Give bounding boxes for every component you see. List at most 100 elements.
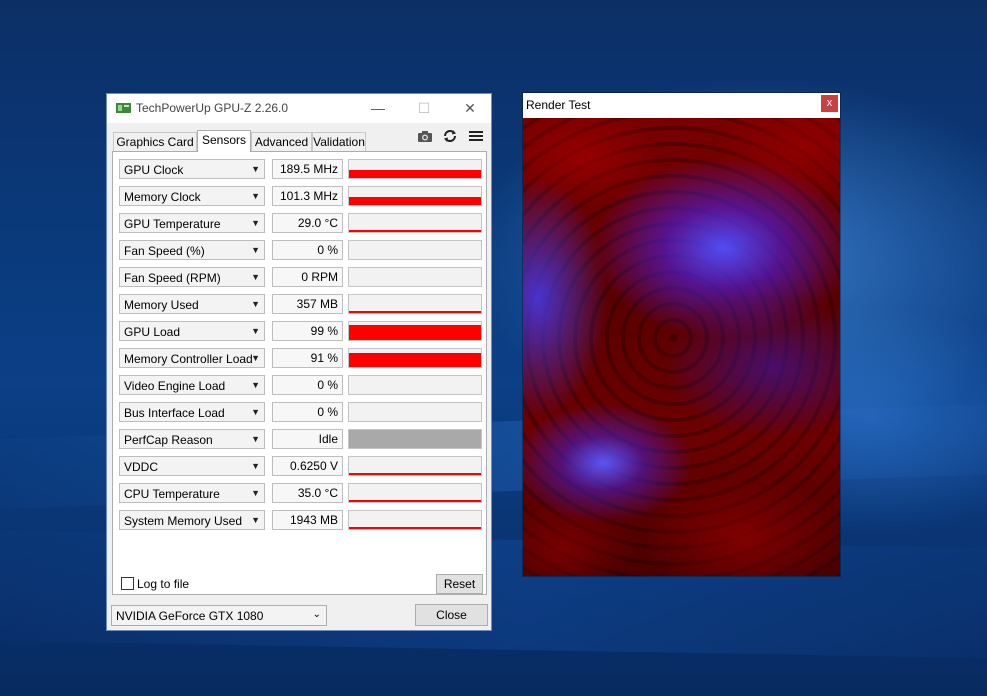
sensor-graph-fill (349, 353, 481, 367)
sensor-value: 357 MB (272, 294, 343, 314)
sensor-value: 29.0 °C (272, 213, 343, 233)
sensor-graph (348, 456, 482, 476)
render-test-canvas (523, 118, 840, 576)
sensor-name: Video Engine Load (124, 379, 226, 393)
sensor-graph (348, 483, 482, 503)
sensor-value: 91 % (272, 348, 343, 368)
sensor-row-memory-clock: Memory Clock ▼ 101.3 MHz (119, 186, 487, 206)
log-to-file-label[interactable]: Log to file (137, 577, 189, 591)
sensor-value: 0 RPM (272, 267, 343, 287)
sensor-value: 99 % (272, 321, 343, 341)
sensor-graph (348, 213, 482, 233)
sensor-name: CPU Temperature (124, 487, 220, 501)
dropdown-arrow-icon: ▼ (251, 380, 260, 390)
sensor-name-dropdown[interactable]: Memory Used ▼ (119, 294, 265, 314)
sensor-name: GPU Load (124, 325, 181, 339)
dropdown-arrow-icon: ▼ (251, 218, 260, 228)
sensor-graph (348, 186, 482, 206)
sensor-value: 0.6250 V (272, 456, 343, 476)
sensor-name: Fan Speed (%) (124, 244, 205, 258)
dropdown-arrow-icon: ▼ (251, 353, 260, 363)
sensor-name: Memory Clock (124, 190, 201, 204)
sensor-graph-fill (349, 311, 481, 313)
dropdown-arrow-icon: ▼ (251, 326, 260, 336)
sensor-row-bus-interface-load: Bus Interface Load ▼ 0 % (119, 402, 487, 422)
tab-graphics-card[interactable]: Graphics Card (113, 132, 197, 151)
dropdown-arrow-icon: ▼ (251, 245, 260, 255)
sensor-name-dropdown[interactable]: Fan Speed (%) ▼ (119, 240, 265, 260)
camera-icon[interactable] (416, 127, 434, 145)
sensor-row-system-memory-used: System Memory Used ▼ 1943 MB (119, 510, 487, 530)
dropdown-arrow-icon: ▼ (251, 299, 260, 309)
sensor-name-dropdown[interactable]: VDDC ▼ (119, 456, 265, 476)
gpuz-window: TechPowerUp GPU-Z 2.26.0 — ☐ ✕ Graphics … (106, 93, 492, 631)
sensor-name-dropdown[interactable]: Fan Speed (RPM) ▼ (119, 267, 265, 287)
sensor-name-dropdown[interactable]: GPU Temperature ▼ (119, 213, 265, 233)
sensor-row-memory-controller-load: Memory Controller Load ▼ 91 % (119, 348, 487, 368)
sensor-value: 1943 MB (272, 510, 343, 530)
sensor-value: 0 % (272, 240, 343, 260)
sensor-row-fan-speed: Fan Speed (%) ▼ 0 % (119, 240, 487, 260)
sensor-graph (348, 510, 482, 530)
sensor-name-dropdown[interactable]: Video Engine Load ▼ (119, 375, 265, 395)
menu-icon[interactable] (467, 127, 485, 145)
close-window-button[interactable]: ✕ (447, 94, 493, 123)
sensor-graph-fill (349, 500, 481, 502)
dropdown-arrow-icon: ▼ (251, 407, 260, 417)
dropdown-arrow-icon: ▼ (251, 488, 260, 498)
sensor-row-perfcap-reason: PerfCap Reason ▼ Idle (119, 429, 487, 449)
render-test-titlebar[interactable]: Render Test x (523, 93, 840, 118)
sensor-name: System Memory Used (124, 514, 243, 528)
close-button[interactable]: Close (415, 604, 488, 626)
sensor-name-dropdown[interactable]: System Memory Used ▼ (119, 510, 265, 530)
minimize-button[interactable]: — (355, 94, 401, 123)
sensor-name-dropdown[interactable]: GPU Clock ▼ (119, 159, 265, 179)
sensor-graph (348, 267, 482, 287)
sensor-name: GPU Clock (124, 163, 184, 177)
dropdown-arrow-icon: ▼ (251, 434, 260, 444)
sensor-row-cpu-temperature: CPU Temperature ▼ 35.0 °C (119, 483, 487, 503)
sensor-name-dropdown[interactable]: CPU Temperature ▼ (119, 483, 265, 503)
sensor-name-dropdown[interactable]: Memory Clock ▼ (119, 186, 265, 206)
gpuz-titlebar[interactable]: TechPowerUp GPU-Z 2.26.0 — ☐ ✕ (107, 94, 491, 123)
sensor-value: 101.3 MHz (272, 186, 343, 206)
sensor-value: 35.0 °C (272, 483, 343, 503)
sensor-row-vddc: VDDC ▼ 0.6250 V (119, 456, 487, 476)
sensor-graph (348, 429, 482, 449)
tab-advanced[interactable]: Advanced (251, 132, 312, 151)
sensor-graph-fill (349, 197, 481, 205)
sensors-panel: GPU Clock ▼ 189.5 MHz Memory Clock ▼ 101.3 MH… (112, 151, 487, 595)
sensor-row-memory-used: Memory Used ▼ 357 MB (119, 294, 487, 314)
sensor-name-dropdown[interactable]: Memory Controller Load ▼ (119, 348, 265, 368)
tab-sensors[interactable]: Sensors (197, 130, 251, 152)
maximize-button[interactable]: ☐ (401, 94, 447, 123)
sensor-graph-fill (349, 473, 481, 475)
refresh-icon[interactable] (441, 127, 459, 145)
sensor-name-dropdown[interactable]: PerfCap Reason ▼ (119, 429, 265, 449)
sensor-value: 189.5 MHz (272, 159, 343, 179)
tab-validation[interactable]: Validation (312, 132, 366, 151)
dropdown-arrow-icon: ▼ (251, 515, 260, 525)
sensor-name: Memory Controller Load (124, 352, 253, 366)
gpuz-app-icon (116, 103, 131, 113)
sensor-name: Fan Speed (RPM) (124, 271, 221, 285)
sensor-graph-fill (349, 325, 481, 340)
sensor-row-gpu-temperature: GPU Temperature ▼ 29.0 °C (119, 213, 487, 233)
reset-button[interactable]: Reset (436, 574, 483, 594)
gpu-select-dropdown[interactable]: NVIDIA GeForce GTX 1080 ⌄ (111, 605, 327, 626)
sensor-graph (348, 402, 482, 422)
log-to-file-checkbox[interactable] (121, 577, 134, 590)
render-test-close-button[interactable]: x (821, 95, 838, 112)
sensor-graph-fill (349, 170, 481, 178)
render-test-title: Render Test (526, 98, 591, 112)
dropdown-arrow-icon: ▼ (251, 164, 260, 174)
sensor-name-dropdown[interactable]: GPU Load ▼ (119, 321, 265, 341)
sensor-name-dropdown[interactable]: Bus Interface Load ▼ (119, 402, 265, 422)
dropdown-arrow-icon: ▼ (251, 461, 260, 471)
sensor-name: Bus Interface Load (124, 406, 225, 420)
sensor-value: 0 % (272, 402, 343, 422)
gpuz-title: TechPowerUp GPU-Z 2.26.0 (136, 101, 289, 115)
sensor-graph (348, 375, 482, 395)
gpu-select-value: NVIDIA GeForce GTX 1080 (116, 609, 264, 623)
sensor-row-fan-speed-rpm: Fan Speed (RPM) ▼ 0 RPM (119, 267, 487, 287)
